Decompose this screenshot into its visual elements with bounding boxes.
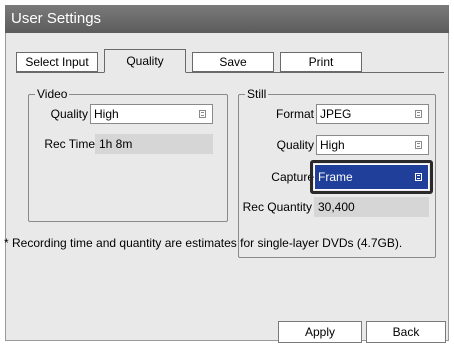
capture-dropdown[interactable]: Frame xyxy=(314,164,429,190)
user-settings-window: User Settings Select Input Quality Save … xyxy=(0,0,454,346)
video-quality-value: High xyxy=(94,107,119,121)
tab-quality[interactable]: Quality xyxy=(104,49,186,73)
rec-quantity-value: 30,400 xyxy=(314,197,429,217)
settings-panel: Select Input Quality Save Print Video Qu… xyxy=(4,33,449,343)
rec-quantity-label: Rec Quantity xyxy=(242,200,312,214)
apply-button[interactable]: Apply xyxy=(278,321,362,343)
video-group-title: Video xyxy=(35,87,70,101)
format-dropdown[interactable]: JPEG xyxy=(316,104,429,124)
window-title: User Settings xyxy=(5,5,449,33)
format-value: JPEG xyxy=(320,107,352,121)
format-label: Format xyxy=(275,107,314,121)
list-icon xyxy=(199,110,206,118)
estimate-note: * Recording time and quantity are estima… xyxy=(4,236,403,250)
list-icon xyxy=(415,110,422,118)
rec-time-value: 1h 8m xyxy=(95,134,213,154)
still-quality-value: High xyxy=(320,138,345,152)
video-quality-label: Quality xyxy=(50,107,88,121)
video-quality-dropdown[interactable]: High xyxy=(90,104,213,124)
still-quality-dropdown[interactable]: High xyxy=(316,135,429,155)
tab-save[interactable]: Save xyxy=(192,52,274,72)
tab-print[interactable]: Print xyxy=(280,52,362,72)
tab-divider xyxy=(16,72,444,73)
still-quality-label: Quality xyxy=(276,138,314,152)
list-icon xyxy=(415,173,422,181)
tab-select-input[interactable]: Select Input xyxy=(16,52,98,72)
still-group-title: Still xyxy=(245,87,269,101)
rec-time-label: Rec Time xyxy=(44,137,95,151)
list-icon xyxy=(415,141,422,149)
back-button[interactable]: Back xyxy=(366,321,446,343)
capture-label: Capture xyxy=(271,170,314,184)
capture-value: Frame xyxy=(318,170,353,184)
